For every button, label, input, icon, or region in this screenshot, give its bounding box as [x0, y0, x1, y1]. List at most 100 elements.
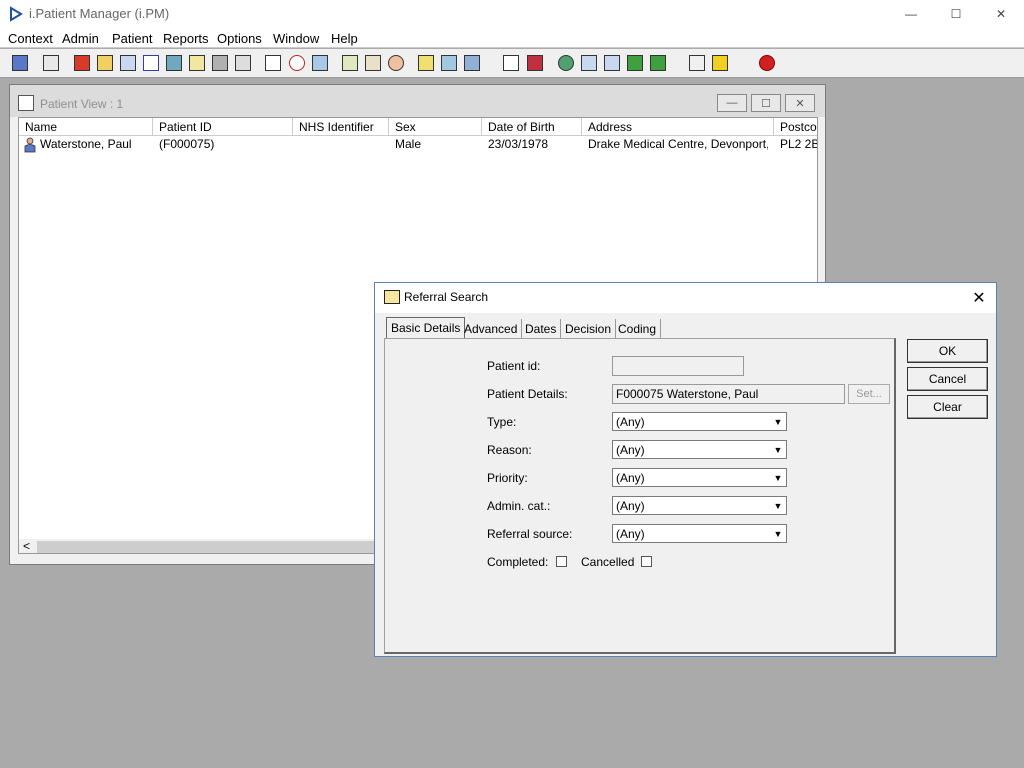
scrollbar-thumb[interactable] [37, 541, 377, 553]
toolbar-gauge-button[interactable] [385, 52, 407, 74]
menu-reports[interactable]: Reports [163, 31, 209, 46]
toolbar-m-button[interactable] [140, 52, 162, 74]
priority-label: Priority: [487, 471, 528, 485]
toolbar-monitor-button[interactable] [309, 52, 331, 74]
clear-button[interactable]: Clear [907, 395, 988, 419]
toolbar-transfer-button[interactable] [461, 52, 483, 74]
menu-bar: Context Admin Patient Reports Options Wi… [0, 28, 1024, 48]
type-select[interactable]: (Any) ▼ [612, 412, 787, 431]
cell-address: Drake Medical Centre, Devonport, ... [588, 137, 768, 151]
chevron-down-icon[interactable]: ▼ [770, 413, 786, 430]
menu-admin[interactable]: Admin [62, 31, 99, 46]
column-sex[interactable]: Sex [389, 118, 482, 136]
cancel-button[interactable]: Cancel [907, 367, 988, 391]
type-value: (Any) [616, 415, 645, 429]
notepad-icon [418, 55, 434, 71]
column-nhs-identifier[interactable]: NHS Identifier [293, 118, 389, 136]
chart-icon [342, 55, 358, 71]
toolbar-document-button[interactable] [500, 52, 522, 74]
admin-cat-select[interactable]: (Any) ▼ [612, 496, 787, 515]
menu-window[interactable]: Window [273, 31, 319, 46]
maximize-button[interactable]: ☐ [933, 0, 979, 28]
toolbar-form-button[interactable] [362, 52, 384, 74]
camera-icon [212, 55, 228, 71]
toolbar-pen-button[interactable] [94, 52, 116, 74]
column-name[interactable]: Name [19, 118, 153, 136]
column-address[interactable]: Address [582, 118, 774, 136]
minimize-button[interactable]: — [888, 0, 934, 28]
toolbar-exit-button[interactable] [756, 52, 778, 74]
toolbar-book-button[interactable] [71, 52, 93, 74]
tab-dates[interactable]: Dates [521, 319, 562, 339]
close-window-button[interactable]: ✕ [978, 0, 1024, 28]
cancelled-label: Cancelled [581, 555, 635, 569]
form-icon [365, 55, 381, 71]
toolbar-note-button[interactable] [186, 52, 208, 74]
priority-select[interactable]: (Any) ▼ [612, 468, 787, 487]
set-button[interactable]: Set... [848, 384, 890, 404]
toolbar-bar-chart-button[interactable] [524, 52, 546, 74]
child-close-button[interactable]: ✕ [785, 94, 815, 112]
patient-details-label: Patient Details: [487, 387, 568, 401]
cancelled-checkbox[interactable] [641, 556, 652, 567]
menu-options[interactable]: Options [217, 31, 262, 46]
toolbar-bed-button[interactable] [438, 52, 460, 74]
column-date-of-birth[interactable]: Date of Birth [482, 118, 582, 136]
m-icon [143, 55, 159, 71]
table-row[interactable]: Waterstone, Paul (F000075) Male 23/03/19… [19, 136, 817, 154]
dialog-close-button[interactable]: ✕ [962, 283, 996, 313]
toolbar-check-down-button[interactable] [578, 52, 600, 74]
globe-icon [558, 55, 574, 71]
toolbar-arrow-down-button[interactable] [624, 52, 646, 74]
tab-decision[interactable]: Decision [561, 319, 617, 339]
toolbar-clock-button[interactable] [286, 52, 308, 74]
gauge-icon [388, 55, 404, 71]
toolbar-check-up-button[interactable] [601, 52, 623, 74]
toolbar-globe-button[interactable] [555, 52, 577, 74]
app-titlebar: i.Patient Manager (i.PM) — ☐ ✕ [0, 0, 1024, 28]
exit-icon [759, 55, 775, 71]
completed-checkbox[interactable] [556, 556, 567, 567]
chevron-down-icon[interactable]: ▼ [770, 469, 786, 486]
app-title: i.Patient Manager (i.PM) [29, 6, 170, 21]
referral-source-value: (Any) [616, 527, 645, 541]
bed-icon [441, 55, 457, 71]
menu-context[interactable]: Context [8, 31, 53, 46]
toolbar-arrow-up-button[interactable] [647, 52, 669, 74]
toolbar-doctor-button[interactable] [163, 52, 185, 74]
toolbar-notepad-button[interactable] [415, 52, 437, 74]
child-restore-button[interactable]: ☐ [751, 94, 781, 112]
cell-patient-id: (F000075) [159, 137, 215, 151]
referral-source-select[interactable]: (Any) ▼ [612, 524, 787, 543]
toolbar-ambulance-button[interactable] [232, 52, 254, 74]
ok-button[interactable]: OK [907, 339, 988, 363]
toolbar-chart-button[interactable] [339, 52, 361, 74]
patient-view-title: Patient View : 1 [40, 97, 124, 111]
toolbar-glasses-button[interactable] [117, 52, 139, 74]
tab-advanced[interactable]: Advanced [460, 319, 523, 339]
patient-id-field[interactable] [612, 356, 744, 376]
scroll-left-icon[interactable]: < [23, 539, 30, 553]
column-patient-id[interactable]: Patient ID [153, 118, 293, 136]
toolbar-printer-button[interactable] [40, 52, 62, 74]
check-down-icon [581, 55, 597, 71]
arrow-down-icon [627, 55, 643, 71]
chevron-down-icon[interactable]: ▼ [770, 441, 786, 458]
reason-select[interactable]: (Any) ▼ [612, 440, 787, 459]
child-minimize-button[interactable]: — [717, 94, 747, 112]
toolbar-person-button[interactable] [9, 52, 31, 74]
chevron-down-icon[interactable]: ▼ [770, 497, 786, 514]
referral-icon [384, 290, 400, 304]
arrow-up-icon [650, 55, 666, 71]
toolbar-search-button[interactable] [262, 52, 284, 74]
menu-patient[interactable]: Patient [112, 31, 152, 46]
column-postcode[interactable]: Postcod [774, 118, 817, 136]
menu-help[interactable]: Help [331, 31, 358, 46]
toolbar-camera-button[interactable] [209, 52, 231, 74]
tab-basic-details[interactable]: Basic Details [386, 317, 466, 339]
cell-name: Waterstone, Paul [40, 137, 132, 151]
toolbar-swap-button[interactable] [686, 52, 708, 74]
toolbar-warning-button[interactable] [709, 52, 731, 74]
chevron-down-icon[interactable]: ▼ [770, 525, 786, 542]
tab-coding[interactable]: Coding [614, 319, 662, 339]
